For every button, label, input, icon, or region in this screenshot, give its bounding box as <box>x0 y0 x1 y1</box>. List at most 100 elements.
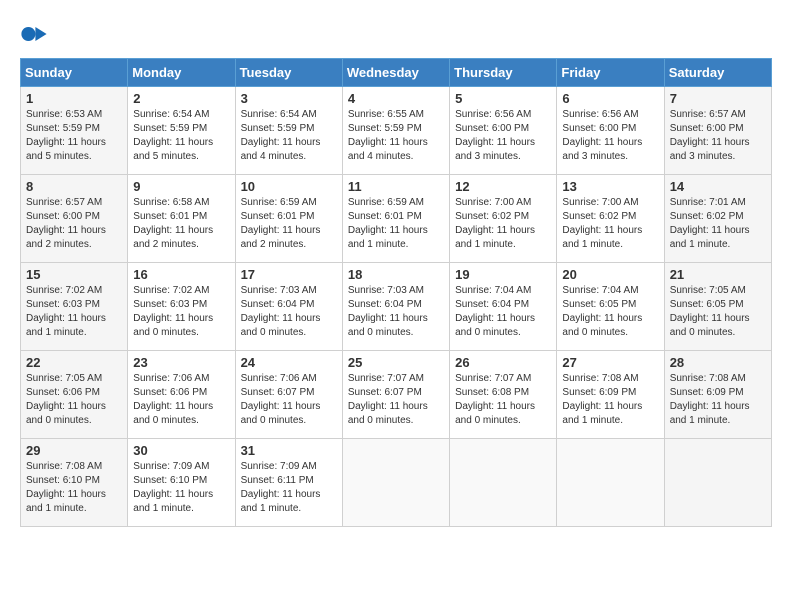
day-cell: 31 Sunrise: 7:09 AMSunset: 6:11 PMDaylig… <box>235 439 342 527</box>
day-info: Sunrise: 7:07 AMSunset: 6:07 PMDaylight:… <box>348 372 444 428</box>
day-number: 16 <box>133 267 229 282</box>
col-saturday: Saturday <box>664 59 771 87</box>
day-number: 21 <box>670 267 766 282</box>
week-row-1: 1 Sunrise: 6:53 AMSunset: 5:59 PMDayligh… <box>21 87 772 175</box>
header <box>20 20 772 48</box>
day-number: 12 <box>455 179 551 194</box>
day-cell: 19 Sunrise: 7:04 AMSunset: 6:04 PMDaylig… <box>450 263 557 351</box>
day-info: Sunrise: 7:08 AMSunset: 6:09 PMDaylight:… <box>562 372 658 428</box>
header-row: Sunday Monday Tuesday Wednesday Thursday… <box>21 59 772 87</box>
week-row-5: 29 Sunrise: 7:08 AMSunset: 6:10 PMDaylig… <box>21 439 772 527</box>
day-cell: 3 Sunrise: 6:54 AMSunset: 5:59 PMDayligh… <box>235 87 342 175</box>
day-cell: 14 Sunrise: 7:01 AMSunset: 6:02 PMDaylig… <box>664 175 771 263</box>
week-row-4: 22 Sunrise: 7:05 AMSunset: 6:06 PMDaylig… <box>21 351 772 439</box>
day-info: Sunrise: 7:00 AMSunset: 6:02 PMDaylight:… <box>455 196 551 252</box>
day-info: Sunrise: 6:59 AMSunset: 6:01 PMDaylight:… <box>241 196 337 252</box>
col-thursday: Thursday <box>450 59 557 87</box>
day-number: 8 <box>26 179 122 194</box>
day-number: 10 <box>241 179 337 194</box>
calendar-body: 1 Sunrise: 6:53 AMSunset: 5:59 PMDayligh… <box>21 87 772 527</box>
day-number: 18 <box>348 267 444 282</box>
day-number: 22 <box>26 355 122 370</box>
day-cell: 20 Sunrise: 7:04 AMSunset: 6:05 PMDaylig… <box>557 263 664 351</box>
day-info: Sunrise: 7:02 AMSunset: 6:03 PMDaylight:… <box>26 284 122 340</box>
day-info: Sunrise: 7:07 AMSunset: 6:08 PMDaylight:… <box>455 372 551 428</box>
calendar-table: Sunday Monday Tuesday Wednesday Thursday… <box>20 58 772 527</box>
day-info: Sunrise: 6:55 AMSunset: 5:59 PMDaylight:… <box>348 108 444 164</box>
day-cell: 5 Sunrise: 6:56 AMSunset: 6:00 PMDayligh… <box>450 87 557 175</box>
day-number: 15 <box>26 267 122 282</box>
day-number: 28 <box>670 355 766 370</box>
day-cell: 26 Sunrise: 7:07 AMSunset: 6:08 PMDaylig… <box>450 351 557 439</box>
day-cell: 17 Sunrise: 7:03 AMSunset: 6:04 PMDaylig… <box>235 263 342 351</box>
day-info: Sunrise: 6:54 AMSunset: 5:59 PMDaylight:… <box>133 108 229 164</box>
day-cell: 2 Sunrise: 6:54 AMSunset: 5:59 PMDayligh… <box>128 87 235 175</box>
day-number: 13 <box>562 179 658 194</box>
day-info: Sunrise: 6:56 AMSunset: 6:00 PMDaylight:… <box>562 108 658 164</box>
day-info: Sunrise: 6:53 AMSunset: 5:59 PMDaylight:… <box>26 108 122 164</box>
day-info: Sunrise: 7:01 AMSunset: 6:02 PMDaylight:… <box>670 196 766 252</box>
day-number: 9 <box>133 179 229 194</box>
day-cell: 8 Sunrise: 6:57 AMSunset: 6:00 PMDayligh… <box>21 175 128 263</box>
day-cell: 22 Sunrise: 7:05 AMSunset: 6:06 PMDaylig… <box>21 351 128 439</box>
day-number: 19 <box>455 267 551 282</box>
day-cell: 13 Sunrise: 7:00 AMSunset: 6:02 PMDaylig… <box>557 175 664 263</box>
day-info: Sunrise: 7:02 AMSunset: 6:03 PMDaylight:… <box>133 284 229 340</box>
day-number: 29 <box>26 443 122 458</box>
day-number: 1 <box>26 91 122 106</box>
day-cell: 9 Sunrise: 6:58 AMSunset: 6:01 PMDayligh… <box>128 175 235 263</box>
day-cell: 12 Sunrise: 7:00 AMSunset: 6:02 PMDaylig… <box>450 175 557 263</box>
day-info: Sunrise: 7:05 AMSunset: 6:05 PMDaylight:… <box>670 284 766 340</box>
day-number: 7 <box>670 91 766 106</box>
day-cell: 30 Sunrise: 7:09 AMSunset: 6:10 PMDaylig… <box>128 439 235 527</box>
day-info: Sunrise: 7:00 AMSunset: 6:02 PMDaylight:… <box>562 196 658 252</box>
logo-icon <box>20 20 48 48</box>
day-number: 25 <box>348 355 444 370</box>
day-info: Sunrise: 7:06 AMSunset: 6:06 PMDaylight:… <box>133 372 229 428</box>
day-number: 24 <box>241 355 337 370</box>
day-cell: 6 Sunrise: 6:56 AMSunset: 6:00 PMDayligh… <box>557 87 664 175</box>
day-number: 31 <box>241 443 337 458</box>
day-info: Sunrise: 6:54 AMSunset: 5:59 PMDaylight:… <box>241 108 337 164</box>
week-row-2: 8 Sunrise: 6:57 AMSunset: 6:00 PMDayligh… <box>21 175 772 263</box>
day-number: 17 <box>241 267 337 282</box>
day-cell: 1 Sunrise: 6:53 AMSunset: 5:59 PMDayligh… <box>21 87 128 175</box>
day-cell: 29 Sunrise: 7:08 AMSunset: 6:10 PMDaylig… <box>21 439 128 527</box>
col-friday: Friday <box>557 59 664 87</box>
day-info: Sunrise: 6:56 AMSunset: 6:00 PMDaylight:… <box>455 108 551 164</box>
day-info: Sunrise: 7:06 AMSunset: 6:07 PMDaylight:… <box>241 372 337 428</box>
day-cell: 28 Sunrise: 7:08 AMSunset: 6:09 PMDaylig… <box>664 351 771 439</box>
day-number: 27 <box>562 355 658 370</box>
day-cell: 4 Sunrise: 6:55 AMSunset: 5:59 PMDayligh… <box>342 87 449 175</box>
day-info: Sunrise: 7:08 AMSunset: 6:09 PMDaylight:… <box>670 372 766 428</box>
day-info: Sunrise: 7:04 AMSunset: 6:05 PMDaylight:… <box>562 284 658 340</box>
col-wednesday: Wednesday <box>342 59 449 87</box>
day-cell: 7 Sunrise: 6:57 AMSunset: 6:00 PMDayligh… <box>664 87 771 175</box>
day-info: Sunrise: 6:59 AMSunset: 6:01 PMDaylight:… <box>348 196 444 252</box>
day-number: 4 <box>348 91 444 106</box>
day-cell: 21 Sunrise: 7:05 AMSunset: 6:05 PMDaylig… <box>664 263 771 351</box>
day-info: Sunrise: 7:03 AMSunset: 6:04 PMDaylight:… <box>348 284 444 340</box>
day-number: 14 <box>670 179 766 194</box>
day-cell: 11 Sunrise: 6:59 AMSunset: 6:01 PMDaylig… <box>342 175 449 263</box>
day-number: 30 <box>133 443 229 458</box>
day-number: 26 <box>455 355 551 370</box>
logo <box>20 20 52 48</box>
week-row-3: 15 Sunrise: 7:02 AMSunset: 6:03 PMDaylig… <box>21 263 772 351</box>
day-info: Sunrise: 7:08 AMSunset: 6:10 PMDaylight:… <box>26 460 122 516</box>
day-info: Sunrise: 6:57 AMSunset: 6:00 PMDaylight:… <box>670 108 766 164</box>
day-cell: 16 Sunrise: 7:02 AMSunset: 6:03 PMDaylig… <box>128 263 235 351</box>
day-number: 3 <box>241 91 337 106</box>
day-cell <box>342 439 449 527</box>
day-cell <box>664 439 771 527</box>
col-monday: Monday <box>128 59 235 87</box>
day-cell: 10 Sunrise: 6:59 AMSunset: 6:01 PMDaylig… <box>235 175 342 263</box>
day-cell: 23 Sunrise: 7:06 AMSunset: 6:06 PMDaylig… <box>128 351 235 439</box>
day-cell: 18 Sunrise: 7:03 AMSunset: 6:04 PMDaylig… <box>342 263 449 351</box>
day-info: Sunrise: 6:57 AMSunset: 6:00 PMDaylight:… <box>26 196 122 252</box>
day-cell: 25 Sunrise: 7:07 AMSunset: 6:07 PMDaylig… <box>342 351 449 439</box>
col-tuesday: Tuesday <box>235 59 342 87</box>
day-cell <box>557 439 664 527</box>
day-info: Sunrise: 7:09 AMSunset: 6:11 PMDaylight:… <box>241 460 337 516</box>
day-info: Sunrise: 6:58 AMSunset: 6:01 PMDaylight:… <box>133 196 229 252</box>
